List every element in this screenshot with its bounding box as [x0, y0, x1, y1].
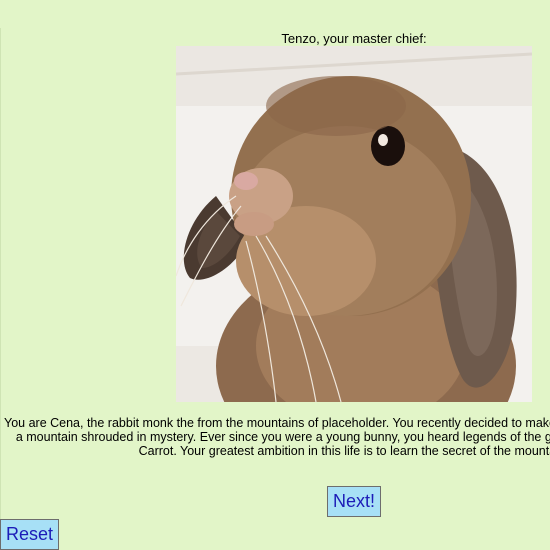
rabbit-photo	[176, 46, 532, 402]
page: Tenzo, your master chief: You are Cena, …	[0, 0, 550, 550]
reset-button[interactable]: Reset	[0, 519, 59, 550]
master-caption: Tenzo, your master chief:	[281, 31, 427, 46]
rabbit-illustration	[176, 46, 532, 402]
left-divider	[0, 28, 1, 550]
next-button[interactable]: Next!	[327, 486, 381, 517]
story-text: You are Cena, the rabbit monk the from t…	[4, 416, 550, 458]
